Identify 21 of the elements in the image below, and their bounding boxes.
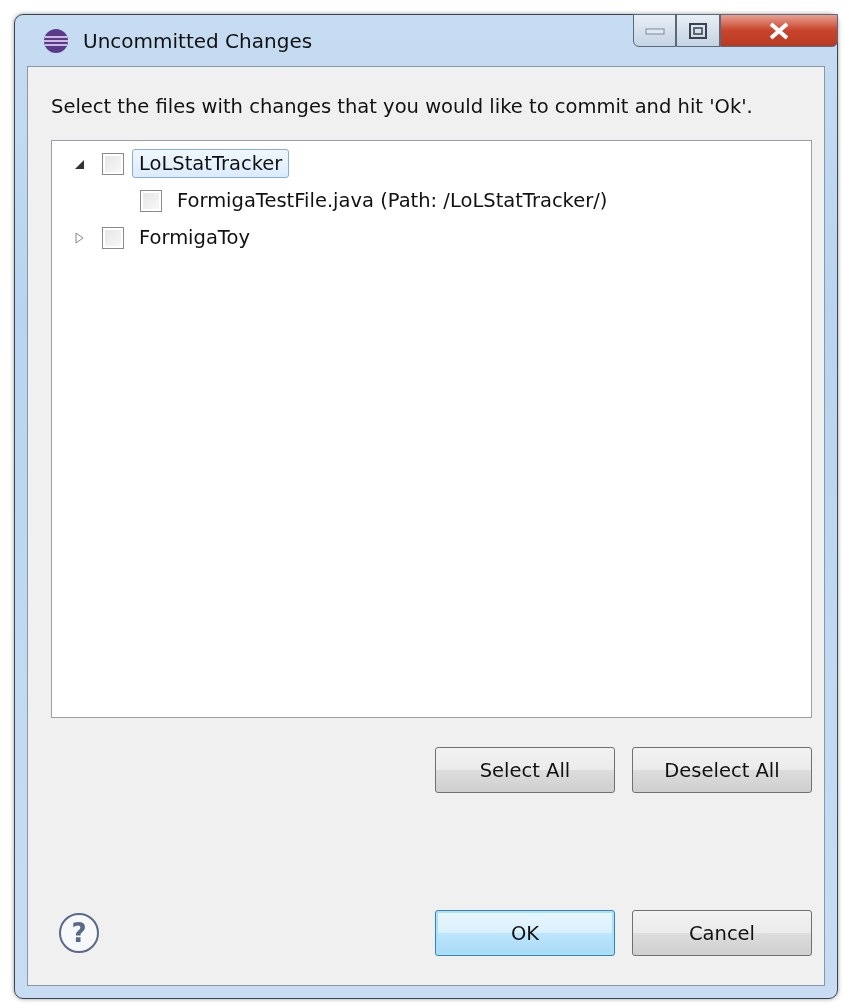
instruction-text: Select the files with changes that you would like to commit and hit 'Ok'. [51,95,754,120]
minimize-icon [644,26,665,35]
help-icon[interactable]: ? [59,913,99,953]
tree-item[interactable]: FormigaToy [132,223,257,252]
tree-item[interactable]: LoLStatTracker [132,149,290,178]
dialog-button[interactable]: OK [435,910,615,956]
minimize-button[interactable] [633,14,676,47]
globe-icon [43,27,69,54]
checkbox[interactable] [102,152,124,175]
maximize-icon [688,21,708,40]
dialog-button[interactable]: Deselect All [632,747,812,793]
checkbox[interactable] [102,226,124,249]
checkbox[interactable] [140,189,162,212]
dialog-button[interactable]: Cancel [632,910,812,956]
dialog-button[interactable]: Select All [435,747,615,793]
close-icon [768,21,790,40]
close-button[interactable] [720,14,838,47]
maximize-button[interactable] [676,14,720,47]
window-title: Uncommitted Changes [83,28,313,53]
expand-arrow-icon[interactable] [74,230,86,245]
tree-item[interactable]: FormigaTestFile.java (Path: /LoLStatTracker/) [170,186,615,215]
